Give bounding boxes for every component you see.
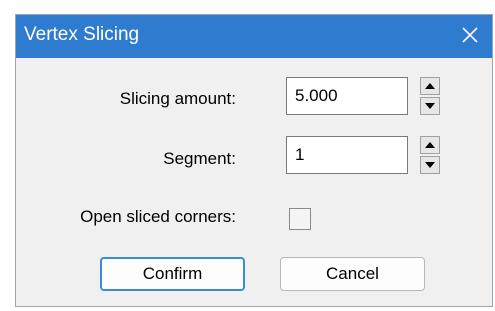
segment-label: Segment: <box>163 149 236 168</box>
open-sliced-corners-label: Open sliced corners: <box>80 207 236 226</box>
segment-spinner <box>420 136 440 174</box>
triangle-down-icon <box>425 103 435 109</box>
slicing-amount-spinner <box>420 77 440 115</box>
triangle-up-icon <box>425 83 435 89</box>
slicing-amount-decrement-button[interactable] <box>420 97 440 115</box>
slicing-amount-label: Slicing amount: <box>119 89 236 108</box>
triangle-up-icon <box>425 142 435 148</box>
titlebar: Vertex Slicing <box>16 15 492 58</box>
triangle-down-icon <box>425 162 435 168</box>
segment-input[interactable] <box>286 136 408 174</box>
vertex-slicing-dialog: Vertex Slicing Slicing amount: Segment: … <box>15 14 493 307</box>
close-icon[interactable] <box>454 19 486 51</box>
dialog-title: Vertex Slicing <box>24 24 140 45</box>
segment-increment-button[interactable] <box>420 136 440 154</box>
slicing-amount-increment-button[interactable] <box>420 77 440 95</box>
slicing-amount-input[interactable] <box>286 77 408 115</box>
segment-decrement-button[interactable] <box>420 156 440 174</box>
confirm-button[interactable]: Confirm <box>100 257 245 291</box>
open-sliced-corners-checkbox[interactable] <box>289 208 311 230</box>
cancel-button[interactable]: Cancel <box>280 257 425 291</box>
